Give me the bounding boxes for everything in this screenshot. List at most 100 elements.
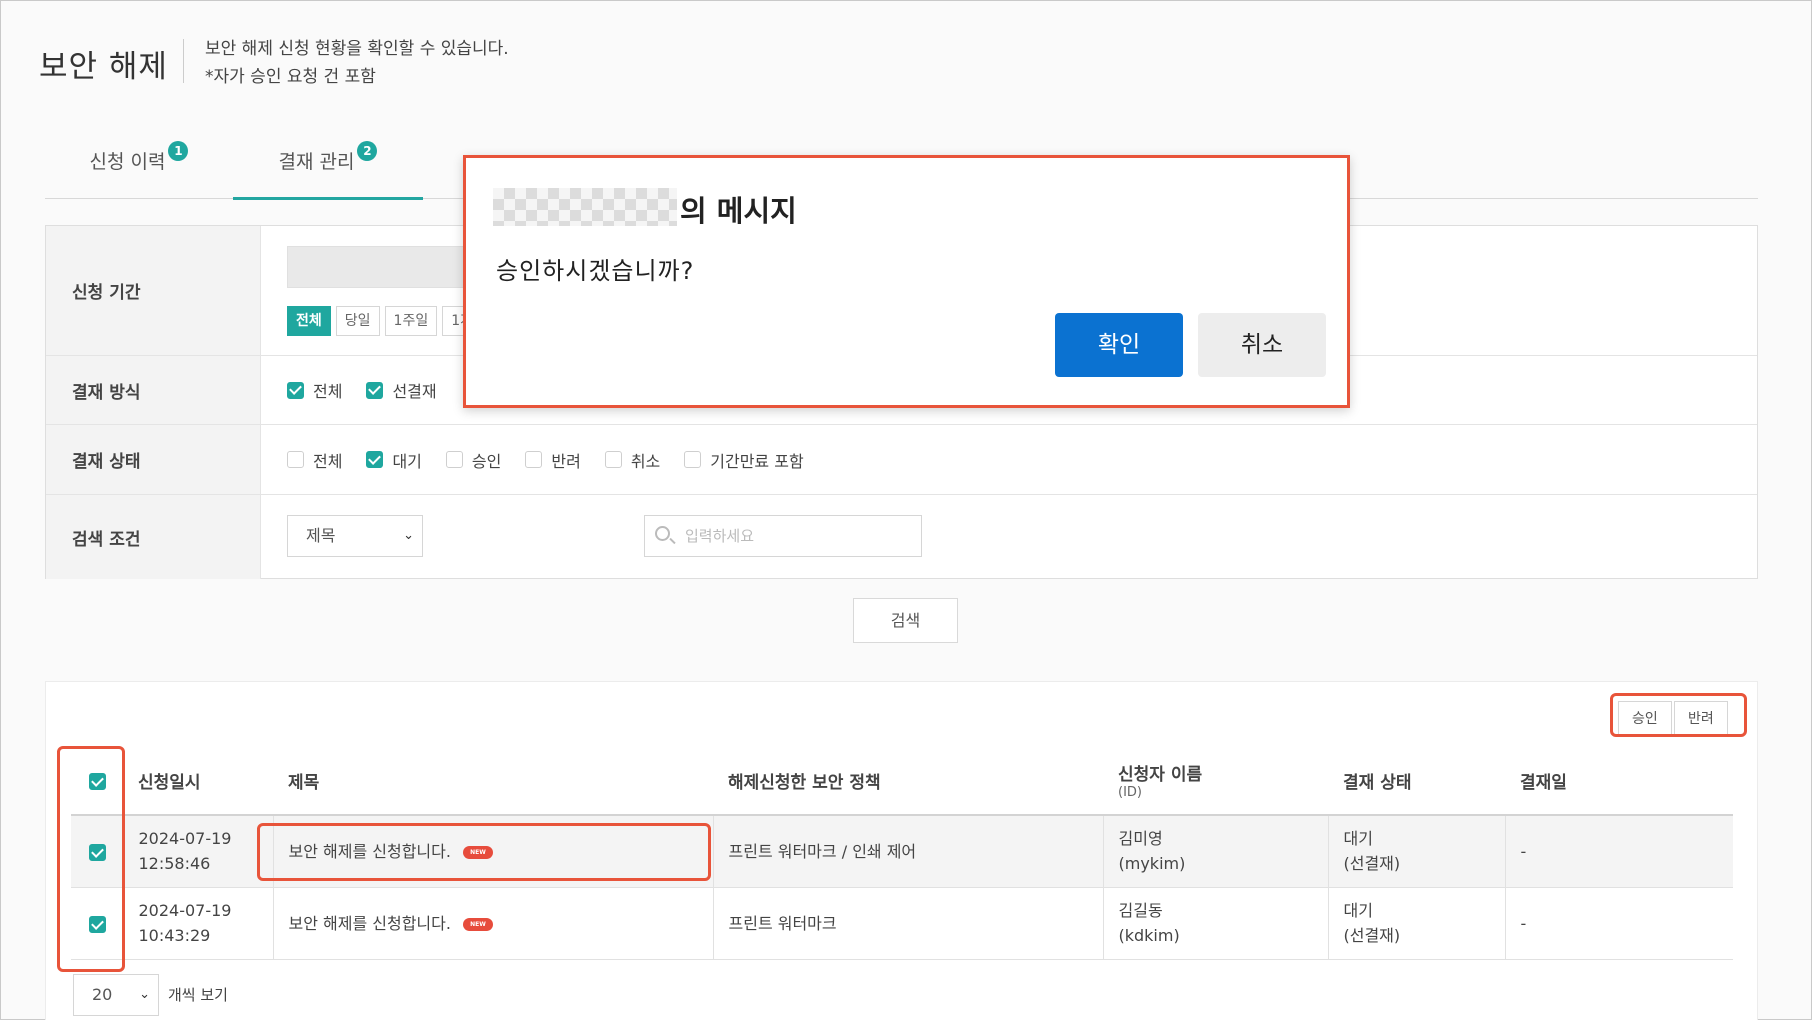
checkbox-label: 취소 <box>630 451 661 471</box>
applicant-id: (mykim) <box>1118 854 1186 874</box>
checkbox-label: 선결재 <box>392 382 437 401</box>
dialog-message: 승인하시겠습니까? <box>496 257 695 285</box>
status-cell: 대기 (선결재) <box>1327 887 1505 960</box>
page-size-label: 개씩 보기 <box>168 986 228 1004</box>
chevron-down-icon: ⌄ <box>403 528 414 543</box>
applicant-name: 김미영 <box>1118 829 1163 849</box>
table-header-row: 신청일시 제목 해제신청한 보안 정책 신청자 이름 (ID) 결재 상태 결재… <box>71 747 1733 816</box>
method-prior-checkbox[interactable]: 선결재 <box>366 378 437 402</box>
status-all-checkbox[interactable]: 전체 <box>287 448 342 472</box>
applicant-cell: 김미영 (mykim) <box>1102 815 1328 888</box>
redacted-origin <box>493 188 677 226</box>
search-button[interactable]: 검색 <box>853 598 958 643</box>
status-pending-checkbox[interactable]: 대기 <box>366 448 422 472</box>
checkbox-unchecked[interactable] <box>604 451 622 468</box>
approved-date-cell: - <box>1504 815 1733 888</box>
tab-request-history[interactable]: 신청 이력 1 <box>45 131 233 199</box>
tab-approval-management[interactable]: 결재 관리 2 <box>233 131 423 200</box>
highlight-title-cell <box>257 823 711 881</box>
confirm-cancel-button[interactable]: 취소 <box>1198 313 1326 377</box>
request-datetime-cell: 2024-07-19 12:58:46 <box>122 815 273 888</box>
column-header-status[interactable]: 결재 상태 <box>1328 747 1505 816</box>
checkbox-unchecked[interactable] <box>445 451 463 468</box>
tab-count-badge: 1 <box>168 141 189 161</box>
period-week-button[interactable]: 1주일 <box>384 306 438 336</box>
dialog-title: 의 메시지 <box>680 194 797 228</box>
checkbox-checked[interactable] <box>366 451 384 468</box>
status-cell: 대기 (선결재) <box>1327 815 1505 888</box>
status-rejected-checkbox[interactable]: 반려 <box>525 448 581 472</box>
app-window: 보안 해제 보안 해제 신청 현황을 확인할 수 있습니다. *자가 승인 요청… <box>0 0 1812 1020</box>
applicant-name: 김길동 <box>1118 901 1163 920</box>
request-title-link[interactable]: 보안 해제를 신청합니다. <box>289 914 451 933</box>
column-header-date[interactable]: 신청일시 <box>123 747 273 816</box>
column-header-applicant[interactable]: 신청자 이름 (ID) <box>1103 747 1328 816</box>
title-cell[interactable]: 보안 해제를 신청합니다. NEW <box>272 887 713 960</box>
checkbox-label: 승인 <box>471 451 502 471</box>
page-description: 보안 해제 신청 현황을 확인할 수 있습니다. *자가 승인 요청 건 포함 <box>205 35 509 91</box>
column-header-approved-date[interactable]: 결재일 <box>1505 747 1733 816</box>
checkbox-label: 기간만료 포함 <box>710 451 804 471</box>
tab-label: 신청 이력 <box>89 151 166 173</box>
request-date: 2024-07-19 <box>138 901 232 920</box>
request-date: 2024-07-19 <box>138 829 232 849</box>
title-divider <box>183 39 184 83</box>
applicant-cell: 김길동 (kdkim) <box>1102 887 1328 960</box>
filter-row-search: 검색 조건 제목 ⌄ <box>46 495 1757 579</box>
confirm-dialog: 의 메시지 승인하시겠습니까? 확인 취소 <box>463 155 1350 408</box>
checkbox-label: 대기 <box>392 451 422 471</box>
select-value: 20 <box>92 985 113 1004</box>
approved-date-cell: - <box>1504 887 1733 960</box>
status-approved-checkbox[interactable]: 승인 <box>445 448 502 472</box>
period-button-group: 전체 당일 1주일 1개 <box>287 306 482 336</box>
description-line-2: *자가 승인 요청 건 포함 <box>205 67 376 87</box>
filter-label: 결재 방식 <box>46 356 261 424</box>
status-expired-checkbox[interactable]: 기간만료 포함 <box>684 448 804 472</box>
request-time: 10:43:29 <box>138 926 211 945</box>
period-all-button[interactable]: 전체 <box>287 306 331 336</box>
select-value: 제목 <box>306 526 336 545</box>
checkbox-checked[interactable] <box>366 381 384 399</box>
checkbox-unchecked[interactable] <box>525 451 543 468</box>
filter-row-status: 결재 상태 전체 대기 승인 반려 취소 기간만료 포함 <box>46 425 1757 495</box>
column-header-sublabel: (ID) <box>1118 785 1142 800</box>
table-row[interactable]: 2024-07-19 10:43:29 보안 해제를 신청합니다. NEW 프린트… <box>71 887 1733 960</box>
request-time: 12:58:46 <box>138 854 211 874</box>
status-cancelled-checkbox[interactable]: 취소 <box>604 448 661 472</box>
checkbox-label: 반려 <box>551 451 581 471</box>
highlight-checkbox-column <box>57 746 125 972</box>
page-size-select[interactable]: 20 ⌄ <box>73 974 159 1016</box>
tab-label: 결재 관리 <box>278 151 355 173</box>
checkbox-label: 전체 <box>313 451 343 471</box>
search-field-select[interactable]: 제목 ⌄ <box>287 515 423 557</box>
search-box[interactable] <box>644 515 922 557</box>
policy-cell: 프린트 워터마크 <box>712 887 1103 960</box>
description-line-1: 보안 해제 신청 현황을 확인할 수 있습니다. <box>205 39 509 59</box>
checkbox-unchecked[interactable] <box>287 451 304 468</box>
applicant-id: (kdkim) <box>1118 926 1180 945</box>
status-text: 대기 <box>1343 829 1373 849</box>
request-datetime-cell: 2024-07-19 10:43:29 <box>122 887 273 960</box>
new-badge: NEW <box>462 917 493 931</box>
filter-label: 결재 상태 <box>46 425 261 494</box>
search-icon <box>655 526 670 541</box>
method-all-checkbox[interactable]: 전체 <box>287 378 342 402</box>
checkbox-unchecked[interactable] <box>684 451 702 468</box>
column-header-title[interactable]: 제목 <box>273 747 713 816</box>
column-header-policy[interactable]: 해제신청한 보안 정책 <box>713 747 1103 816</box>
confirm-ok-button[interactable]: 확인 <box>1055 313 1183 377</box>
highlight-action-buttons <box>1610 693 1747 737</box>
status-method: (선결재) <box>1343 926 1401 945</box>
page-title: 보안 해제 <box>39 49 168 85</box>
chevron-down-icon: ⌄ <box>139 987 150 1002</box>
checkbox-label: 전체 <box>313 382 343 401</box>
policy-cell: 프린트 워터마크 / 인쇄 제어 <box>712 815 1103 888</box>
status-method: (선결재) <box>1343 854 1401 874</box>
period-today-button[interactable]: 당일 <box>335 306 380 336</box>
tab-count-badge: 2 <box>357 141 378 161</box>
search-input[interactable] <box>685 524 905 548</box>
checkbox-checked[interactable] <box>287 381 304 399</box>
column-header-label: 신청자 이름 <box>1118 765 1203 785</box>
filter-label: 검색 조건 <box>46 495 261 579</box>
status-text: 대기 <box>1343 901 1373 920</box>
